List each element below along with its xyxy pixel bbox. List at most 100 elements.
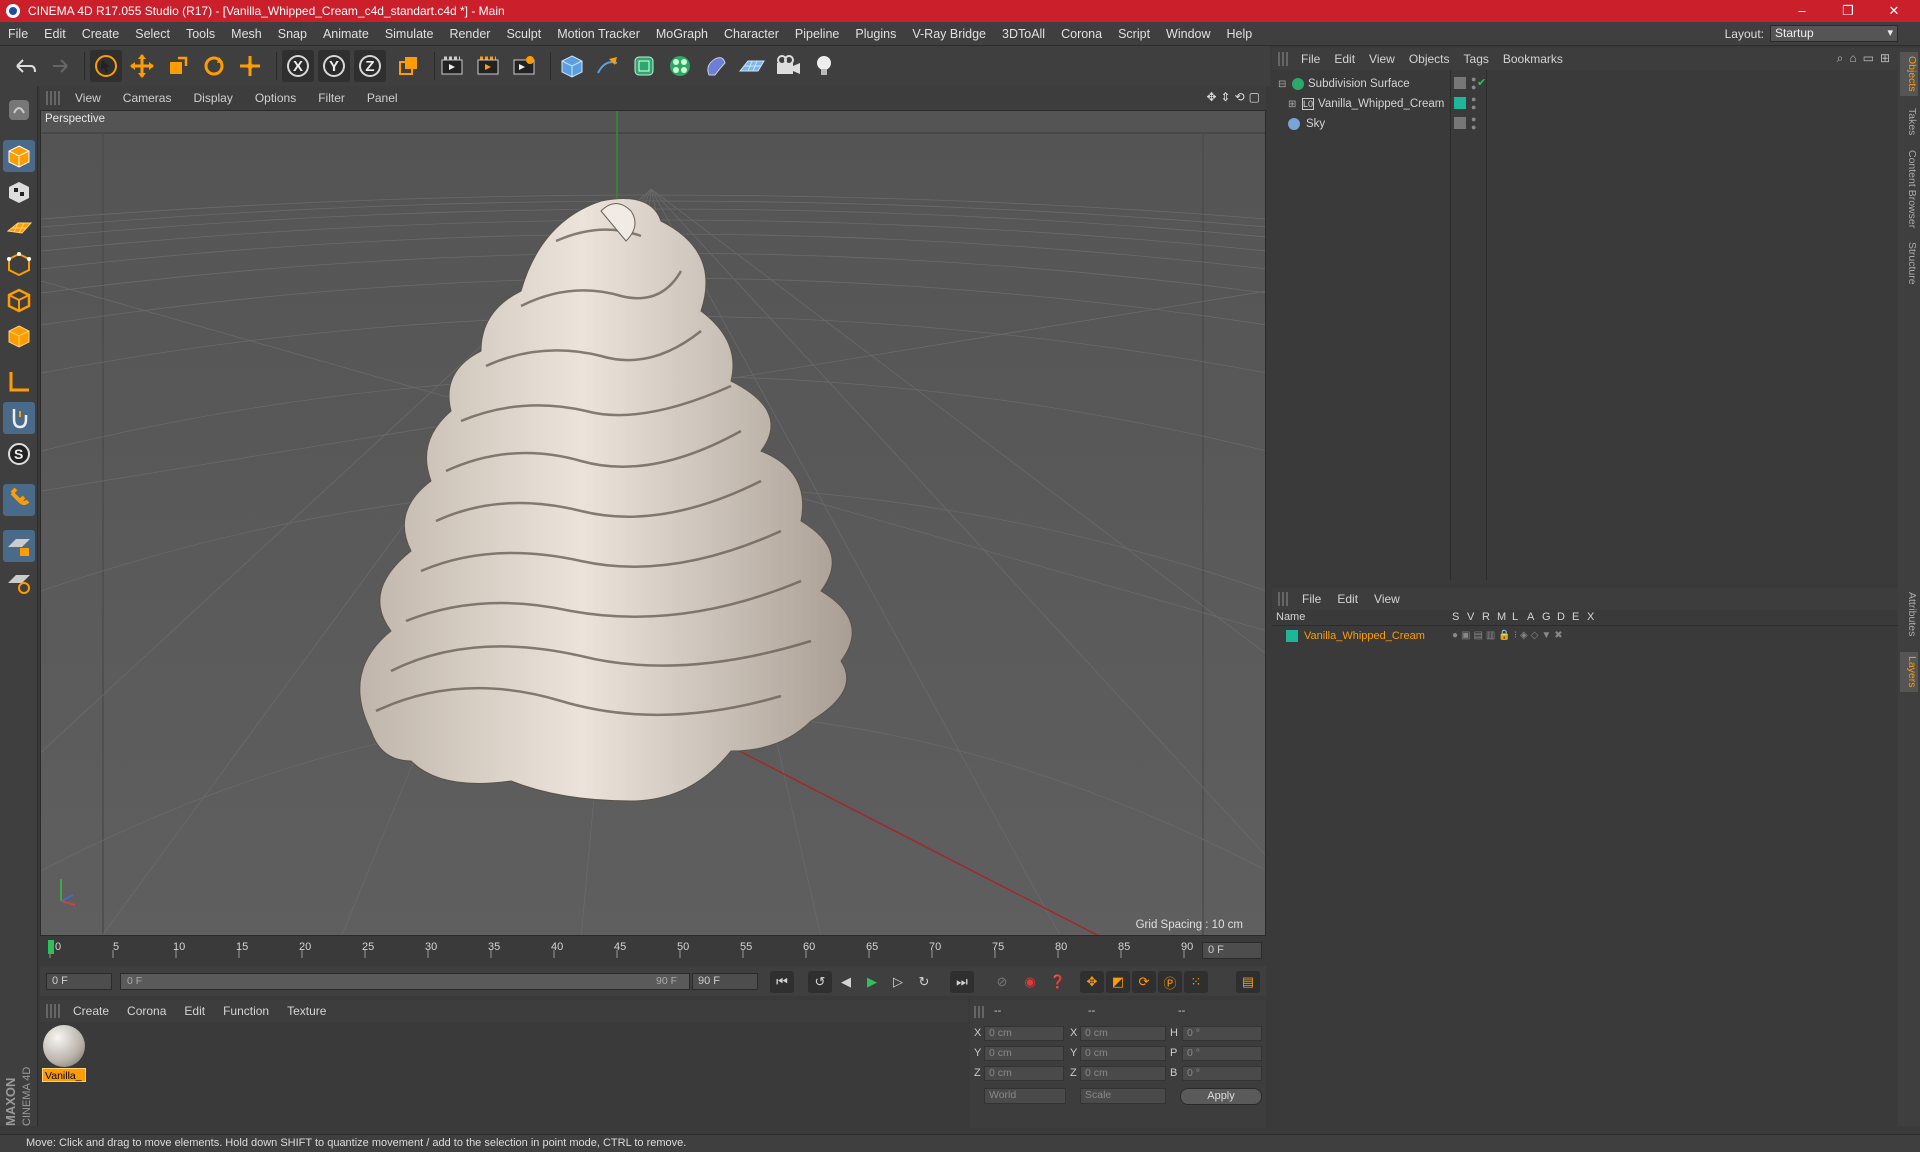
menu-3dtoall[interactable]: 3DToAll [994,27,1053,41]
points-mode-icon[interactable] [3,248,35,280]
menu-select[interactable]: Select [127,27,178,41]
go-to-next-key-icon[interactable]: ↻ [912,971,936,993]
tab-objects[interactable]: Objects [1900,52,1918,96]
lm-menu-view[interactable]: View [1366,592,1408,606]
collapse-icon[interactable]: ⊟ [1278,79,1288,90]
menu-simulate[interactable]: Simulate [377,27,442,41]
om-menu-view[interactable]: View [1362,52,1402,66]
floor-icon[interactable] [736,50,768,82]
menu-plugins[interactable]: Plugins [847,27,904,41]
go-to-start-icon[interactable]: ⏮ [770,971,794,993]
solo-mode-icon[interactable]: S [3,438,35,470]
preview-range-slider[interactable]: 0 F 90 F [120,973,690,990]
viewport-menu-options[interactable]: Options [244,91,307,105]
menu-mograph[interactable]: MoGraph [648,27,716,41]
polygons-mode-icon[interactable] [3,320,35,352]
menu-help[interactable]: Help [1219,27,1261,41]
menu-corona[interactable]: Corona [1053,27,1110,41]
viewport-move-icon[interactable]: ✥ [1206,90,1216,104]
object-row-sky[interactable]: Sky ● ● [1272,114,1898,134]
undo-icon[interactable] [8,50,40,82]
current-frame-field[interactable]: 0 F [1202,942,1262,959]
record-active-icon[interactable]: ◉ [1018,971,1042,993]
material-menu-corona[interactable]: Corona [118,1004,175,1018]
menu-edit[interactable]: Edit [36,27,74,41]
light-icon[interactable] [808,50,840,82]
material-menu-texture[interactable]: Texture [278,1004,335,1018]
menu-motion-tracker[interactable]: Motion Tracker [549,27,648,41]
tab-content-browser[interactable]: Content Browser [1900,146,1918,232]
rotate-tool-icon[interactable] [198,50,230,82]
layer-name[interactable]: Vanilla_Whipped_Cream [1304,630,1425,642]
col-render[interactable]: R [1482,611,1490,623]
key-parameter-icon[interactable]: Ⓟ [1158,971,1182,993]
layer-color-icon[interactable] [1454,97,1466,109]
om-menu-edit[interactable]: Edit [1327,52,1362,66]
z-axis-lock-button[interactable]: Z [354,50,386,82]
col-xref[interactable]: X [1587,611,1594,623]
texture-mode-icon[interactable] [3,176,35,208]
close-button[interactable]: ✕ [1872,0,1916,22]
material-menu-create[interactable]: Create [64,1004,118,1018]
col-generators[interactable]: G [1542,611,1551,623]
layer-swatch-icon[interactable] [1454,77,1466,89]
menu-file[interactable]: File [0,27,36,41]
spline-pen-icon[interactable] [592,50,624,82]
start-frame-field[interactable]: 0 F [46,973,112,990]
render-view-icon[interactable] [436,50,468,82]
visibility-dots-icon[interactable]: ● ● [1471,75,1476,92]
lm-menu-file[interactable]: File [1294,592,1329,606]
axis-mode-icon[interactable] [3,366,35,398]
om-menu-file[interactable]: File [1294,52,1327,66]
menu-animate[interactable]: Animate [315,27,377,41]
viewport-camera-label[interactable]: Perspective [45,113,105,125]
col-solo[interactable]: S [1452,611,1459,623]
col-animation[interactable]: A [1527,611,1534,623]
tweak-mode-icon[interactable] [3,402,35,434]
viewport-menu-cameras[interactable]: Cameras [112,91,183,105]
col-view[interactable]: V [1467,611,1474,623]
material-swatch[interactable]: Vanilla_ [42,1024,86,1082]
enabled-check-icon[interactable]: ✔ [1477,76,1486,89]
timeline-ruler[interactable]: 0 5 10 15 20 25 30 35 40 45 50 55 60 65 … [40,936,1266,966]
rotation-h-field[interactable]: 0 ° [1182,1026,1262,1041]
col-expressions[interactable]: E [1572,611,1579,623]
rotation-b-field[interactable]: 0 ° [1182,1066,1262,1081]
material-menu-function[interactable]: Function [214,1004,278,1018]
apply-button[interactable]: Apply [1180,1088,1262,1105]
key-point-level-icon[interactable]: ⁙ [1184,971,1208,993]
move-tool-icon[interactable] [126,50,158,82]
selection-arrow-icon[interactable] [90,50,122,82]
menu-render[interactable]: Render [441,27,498,41]
deformer-icon[interactable] [700,50,732,82]
viewport-menu-display[interactable]: Display [182,91,243,105]
restore-button[interactable]: ❐ [1826,0,1870,22]
size-x-field[interactable]: 0 cm [1080,1026,1166,1041]
next-frame-icon[interactable]: ▷ [886,971,910,993]
workplane-icon[interactable] [3,212,35,244]
menu-mesh[interactable]: Mesh [223,27,270,41]
go-to-previous-key-icon[interactable]: ↺ [808,971,832,993]
live-selection-icon[interactable] [234,50,266,82]
viewport-menu-filter[interactable]: Filter [307,91,356,105]
coordinate-space-dropdown[interactable]: World [984,1088,1066,1104]
position-x-field[interactable]: 0 cm [984,1026,1064,1041]
y-axis-lock-button[interactable]: Y [318,50,350,82]
make-editable-icon[interactable] [3,94,35,126]
previous-frame-icon[interactable]: ◀ [834,971,858,993]
position-z-field[interactable]: 0 cm [984,1066,1064,1081]
menu-pipeline[interactable]: Pipeline [787,27,847,41]
record-keys-disabled-icon[interactable]: ⊘ [990,971,1014,993]
key-rotation-icon[interactable]: ⟳ [1132,971,1156,993]
search-icon[interactable]: ⌕ [1837,51,1844,66]
tab-takes[interactable]: Takes [1900,104,1918,139]
object-row-vanilla-whipped-cream[interactable]: ⊞ L0 Vanilla_Whipped_Cream ● ● [1272,94,1898,114]
menu-create[interactable]: Create [74,27,128,41]
viewport-menu-view[interactable]: View [64,91,112,105]
timeline-window-icon[interactable]: ▤ [1236,971,1260,993]
subdivision-surface-icon[interactable] [628,50,660,82]
minimize-button[interactable]: – [1780,0,1824,22]
viewport-rotate-icon[interactable]: ⟲ [1235,90,1245,104]
col-name[interactable]: Name [1276,611,1305,623]
home-icon[interactable]: ⌂ [1849,51,1856,66]
